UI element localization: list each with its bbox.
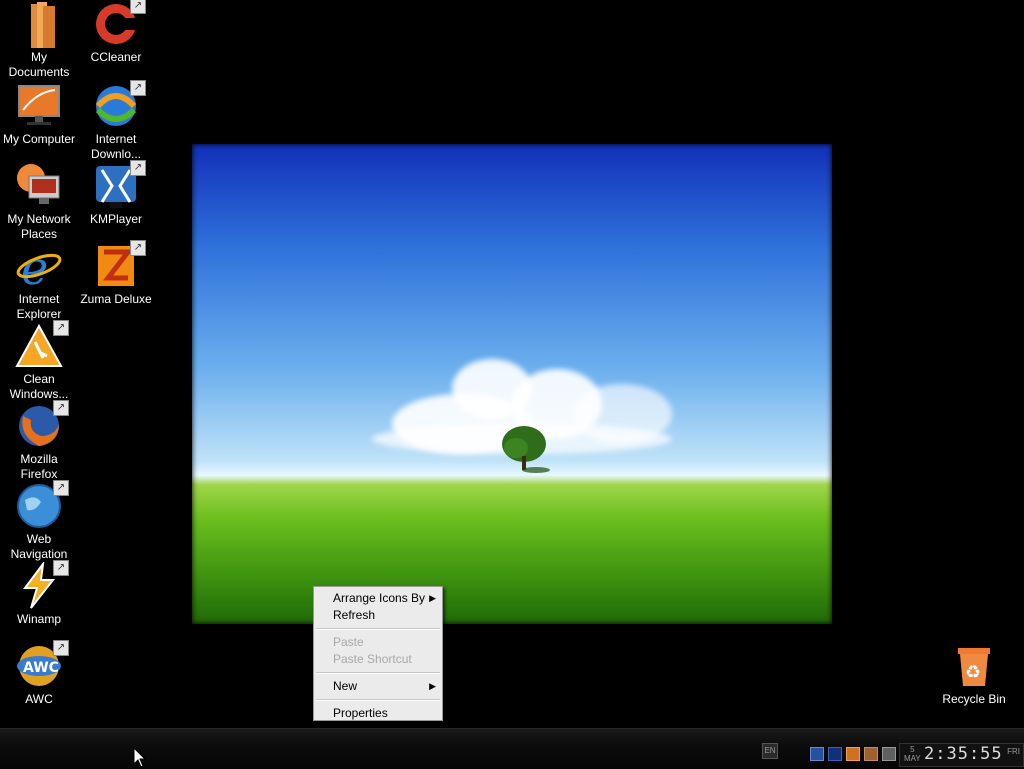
desktop-icon-my-network-places[interactable]: My Network Places (0, 162, 78, 241)
desktop-icon-internet-explorer[interactable]: e Internet Explorer (0, 241, 78, 321)
desktop-icon-awc[interactable]: AWC ↗ AWC (0, 640, 78, 720)
desktop-icon-my-documents[interactable]: My Documents (0, 0, 78, 79)
shortcut-arrow-icon: ↗ (53, 560, 69, 576)
tray-dark-blue-icon[interactable] (828, 747, 842, 761)
svg-text:AWC: AWC (23, 660, 59, 676)
taskbar[interactable]: EN (0, 728, 1024, 769)
desktop-icon-internet-download-manager[interactable]: ↗ Internet Downlo... (77, 80, 155, 161)
tray-orange-icon[interactable] (846, 747, 860, 761)
desktop-icon-web-navigation[interactable]: ↗ Web Navigation (0, 480, 78, 561)
tree-icon (502, 426, 550, 473)
shortcut-arrow-icon: ↗ (53, 640, 69, 656)
menu-separator (316, 699, 440, 701)
shortcut-arrow-icon: ↗ (130, 240, 146, 256)
menu-item-new[interactable]: New ▶ (314, 678, 442, 695)
folder-icon (31, 2, 55, 48)
desktop-icon-winamp[interactable]: ↗ Winamp (0, 560, 78, 640)
ie-icon: e (16, 241, 62, 295)
submenu-arrow-icon: ▶ (429, 681, 436, 691)
tray-network-icon[interactable] (882, 747, 896, 761)
language-indicator[interactable]: EN (762, 743, 778, 759)
tray-tools-icon[interactable] (864, 747, 878, 761)
network-icon (17, 164, 60, 204)
menu-item-arrange-icons-by[interactable]: Arrange Icons By ▶ (314, 590, 442, 607)
taskbar-clock[interactable]: 5 MAY 2:35:55 FRI (899, 743, 1024, 767)
shortcut-arrow-icon: ↗ (53, 400, 69, 416)
desktop-icon-clean-windows[interactable]: ↗ Clean Windows... (0, 320, 78, 401)
menu-item-paste: Paste (333, 635, 364, 649)
mouse-pointer-icon (133, 747, 147, 768)
menu-separator (316, 672, 440, 674)
desktop-icon-ccleaner[interactable]: ↗ CCleaner (77, 0, 155, 78)
tray-blue-window-icon[interactable] (810, 747, 824, 761)
desktop[interactable]: My Documents My Computer My Network Places (0, 0, 1024, 728)
desktop-icon-recycle-bin[interactable]: ♻ Recycle Bin (935, 642, 1013, 720)
desktop-icon-zuma-deluxe[interactable]: ↗ Zuma Deluxe (77, 240, 155, 320)
recycle-bin-icon: ♻ (958, 648, 990, 686)
menu-item-refresh[interactable]: Refresh (314, 607, 442, 624)
menu-item-paste-shortcut: Paste Shortcut (333, 652, 412, 666)
clock-weekday: FRI (1007, 747, 1020, 756)
menu-separator (316, 628, 440, 630)
desktop-context-menu: Arrange Icons By ▶ Refresh Paste Paste S… (313, 586, 443, 721)
wallpaper-image (192, 144, 832, 624)
shortcut-arrow-icon: ↗ (53, 480, 69, 496)
computer-icon (18, 85, 60, 125)
desktop-icon-mozilla-firefox[interactable]: ↗ Mozilla Firefox (0, 400, 78, 481)
shortcut-arrow-icon: ↗ (130, 0, 146, 14)
desktop-icon-kmplayer[interactable]: ↗ KMPlayer (77, 160, 155, 240)
clock-date: 5 MAY (904, 745, 921, 763)
shortcut-arrow-icon: ↗ (130, 160, 146, 176)
clock-time: 2:35:55 (924, 744, 1003, 764)
desktop-icon-my-computer[interactable]: My Computer (0, 82, 78, 160)
svg-text:♻: ♻ (965, 662, 981, 683)
menu-item-properties[interactable]: Properties (314, 705, 442, 722)
submenu-arrow-icon: ▶ (429, 593, 436, 603)
svg-text:e: e (21, 242, 48, 290)
shortcut-arrow-icon: ↗ (130, 80, 146, 96)
shortcut-arrow-icon: ↗ (53, 320, 69, 336)
